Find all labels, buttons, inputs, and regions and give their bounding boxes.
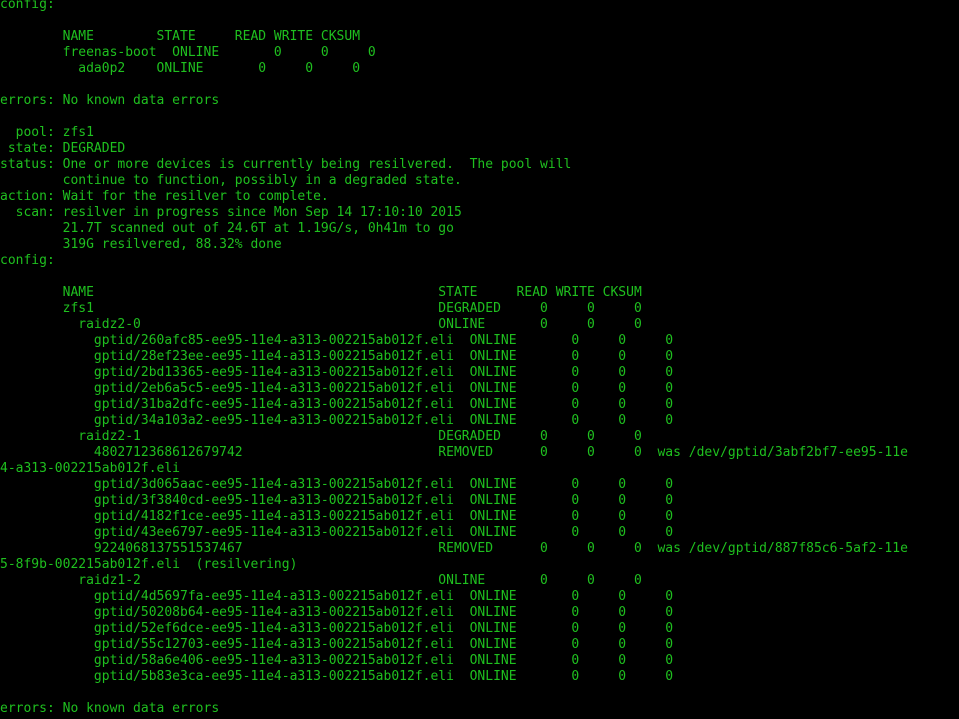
output-line: raidz1-2 ONLINE 0 0 0: [0, 573, 642, 588]
output-line: gptid/3d065aac-ee95-11e4-a313-002215ab01…: [0, 477, 674, 492]
output-line: gptid/2eb6a5c5-ee95-11e4-a313-002215ab01…: [0, 381, 674, 396]
output-line: 4-a313-002215ab012f.eli: [0, 461, 181, 476]
output-line: zfs1 DEGRADED 0 0 0: [0, 301, 642, 316]
output-line: gptid/52ef6dce-ee95-11e4-a313-002215ab01…: [0, 621, 674, 636]
output-line: 319G resilvered, 88.32% done: [0, 237, 282, 252]
output-line: 21.7T scanned out of 24.6T at 1.19G/s, 0…: [0, 221, 454, 236]
output-line: gptid/4182f1ce-ee95-11e4-a313-002215ab01…: [0, 509, 674, 524]
output-line: config:: [0, 253, 55, 268]
output-line: errors: No known data errors: [0, 93, 220, 108]
output-line: continue to function, possibly in a degr…: [0, 173, 462, 188]
output-line: pool: zfs1: [0, 125, 94, 140]
output-line: gptid/58a6e406-ee95-11e4-a313-002215ab01…: [0, 653, 674, 668]
output-line: gptid/3f3840cd-ee95-11e4-a313-002215ab01…: [0, 493, 674, 508]
output-line: gptid/28ef23ee-ee95-11e4-a313-002215ab01…: [0, 349, 674, 364]
output-line: status: One or more devices is currently…: [0, 157, 572, 172]
output-line: raidz2-0 ONLINE 0 0 0: [0, 317, 642, 332]
output-line: gptid/5b83e3ca-ee95-11e4-a313-002215ab01…: [0, 669, 674, 684]
output-line: gptid/55c12703-ee95-11e4-a313-002215ab01…: [0, 637, 674, 652]
output-line: state: DEGRADED: [0, 141, 126, 156]
output-line: errors: No known data errors: [0, 701, 220, 716]
output-line: 5-8f9b-002215ab012f.eli (resilvering): [0, 557, 298, 572]
output-line: 4802712368612679742 REMOVED 0 0 0 was /d…: [0, 445, 908, 460]
output-line: gptid/43ee6797-ee95-11e4-a313-002215ab01…: [0, 525, 674, 540]
output-line: NAME STATE READ WRITE CKSUM: [0, 285, 642, 300]
output-line: raidz2-1 DEGRADED 0 0 0: [0, 429, 642, 444]
terminal-screen[interactable]: config: NAME STATE READ WRITE CKSUM free…: [0, 0, 959, 719]
output-line: gptid/2bd13365-ee95-11e4-a313-002215ab01…: [0, 365, 674, 380]
output-line: scan: resilver in progress since Mon Sep…: [0, 205, 462, 220]
output-line: 9224068137551537467 REMOVED 0 0 0 was /d…: [0, 541, 908, 556]
output-line: config:: [0, 0, 55, 12]
output-line: action: Wait for the resilver to complet…: [0, 189, 329, 204]
output-line: gptid/50208b64-ee95-11e4-a313-002215ab01…: [0, 605, 674, 620]
output-line: NAME STATE READ WRITE CKSUM: [0, 29, 361, 44]
output-line: freenas-boot ONLINE 0 0 0: [0, 45, 376, 60]
output-line: gptid/34a103a2-ee95-11e4-a313-002215ab01…: [0, 413, 674, 428]
output-line: gptid/260afc85-ee95-11e4-a313-002215ab01…: [0, 333, 674, 348]
output-line: gptid/4d5697fa-ee95-11e4-a313-002215ab01…: [0, 589, 674, 604]
output-line: gptid/31ba2dfc-ee95-11e4-a313-002215ab01…: [0, 397, 674, 412]
output-line: ada0p2 ONLINE 0 0 0: [0, 61, 361, 76]
